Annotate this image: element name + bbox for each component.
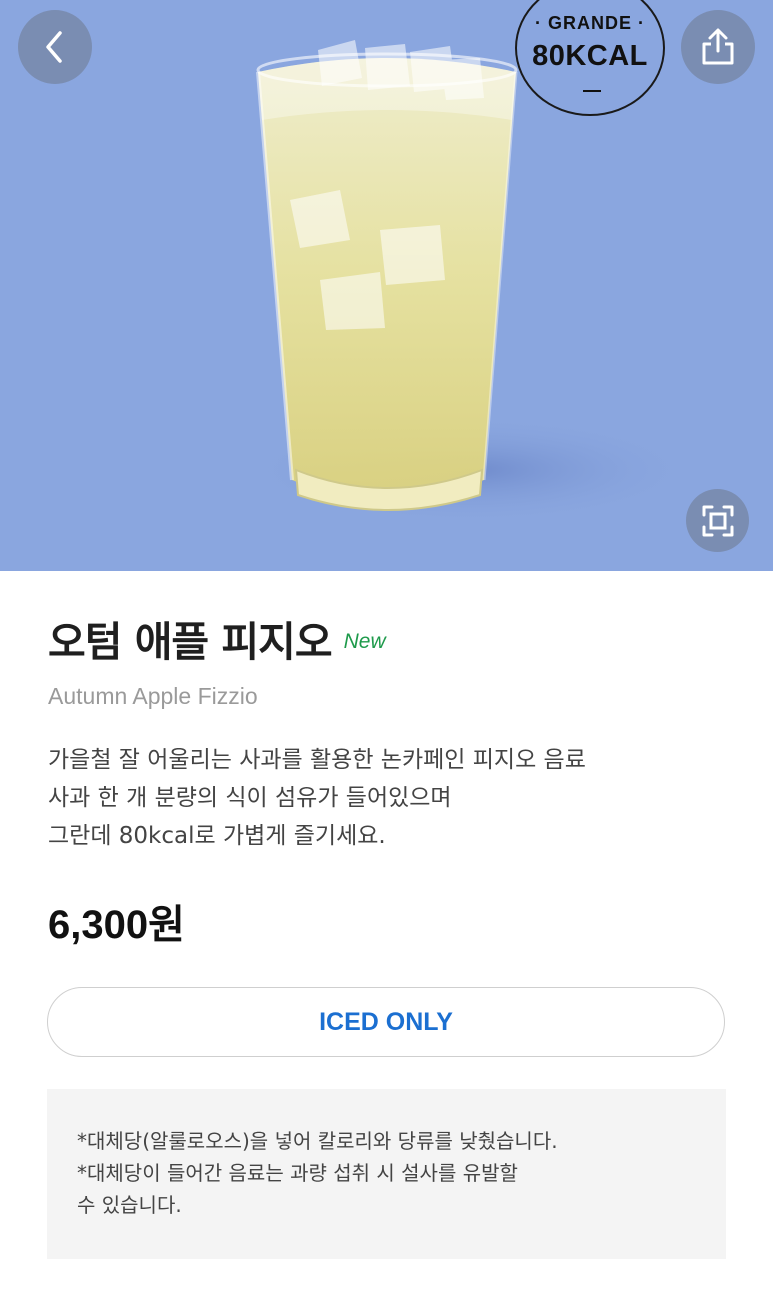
notice-line: *대체당이 들어간 음료는 과량 섭취 시 설사를 유발할 [77, 1161, 518, 1185]
share-button[interactable] [681, 10, 755, 84]
iced-only-option-button[interactable]: ICED ONLY [47, 987, 725, 1057]
product-name: 오텀 애플 피지오 [48, 618, 333, 666]
calorie-size-label: · GRANDE · [535, 13, 645, 33]
description-line: 그란데 80kcal로 가볍게 즐기세요. [48, 823, 386, 849]
product-description: 가을철 잘 어울리는 사과를 활용한 논카페인 피지오 음료 사과 한 개 분량… [48, 741, 586, 855]
product-title-row: 오텀 애플 피지오 New [48, 614, 386, 670]
back-button[interactable] [18, 10, 92, 84]
share-icon [702, 28, 734, 65]
badge-divider [583, 90, 601, 92]
product-english-name: Autumn Apple Fizzio [48, 683, 258, 709]
notice-line: 수 있습니다. [77, 1193, 182, 1217]
description-line: 가을철 잘 어울리는 사과를 활용한 논카페인 피지오 음료 [48, 747, 586, 773]
product-price: 6,300원 [48, 903, 185, 947]
sweetener-notice-box: *대체당(알룰로오스)을 넣어 칼로리와 당류를 낮췄습니다. *대체당이 들어… [47, 1089, 726, 1259]
iced-drink-glass-image [240, 40, 700, 525]
iced-only-label: ICED ONLY [319, 1007, 453, 1036]
new-badge: New [343, 630, 386, 653]
fullscreen-icon [702, 505, 733, 536]
calorie-value: 80KCAL [532, 40, 648, 72]
notice-line: *대체당(알룰로오스)을 넣어 칼로리와 당류를 낮췄습니다. [77, 1129, 558, 1153]
product-hero-image: · GRANDE · 80KCAL [0, 0, 773, 571]
chevron-left-icon [46, 31, 62, 63]
description-line: 사과 한 개 분량의 식이 섬유가 들어있으며 [48, 785, 452, 811]
fullscreen-button[interactable] [686, 489, 749, 552]
